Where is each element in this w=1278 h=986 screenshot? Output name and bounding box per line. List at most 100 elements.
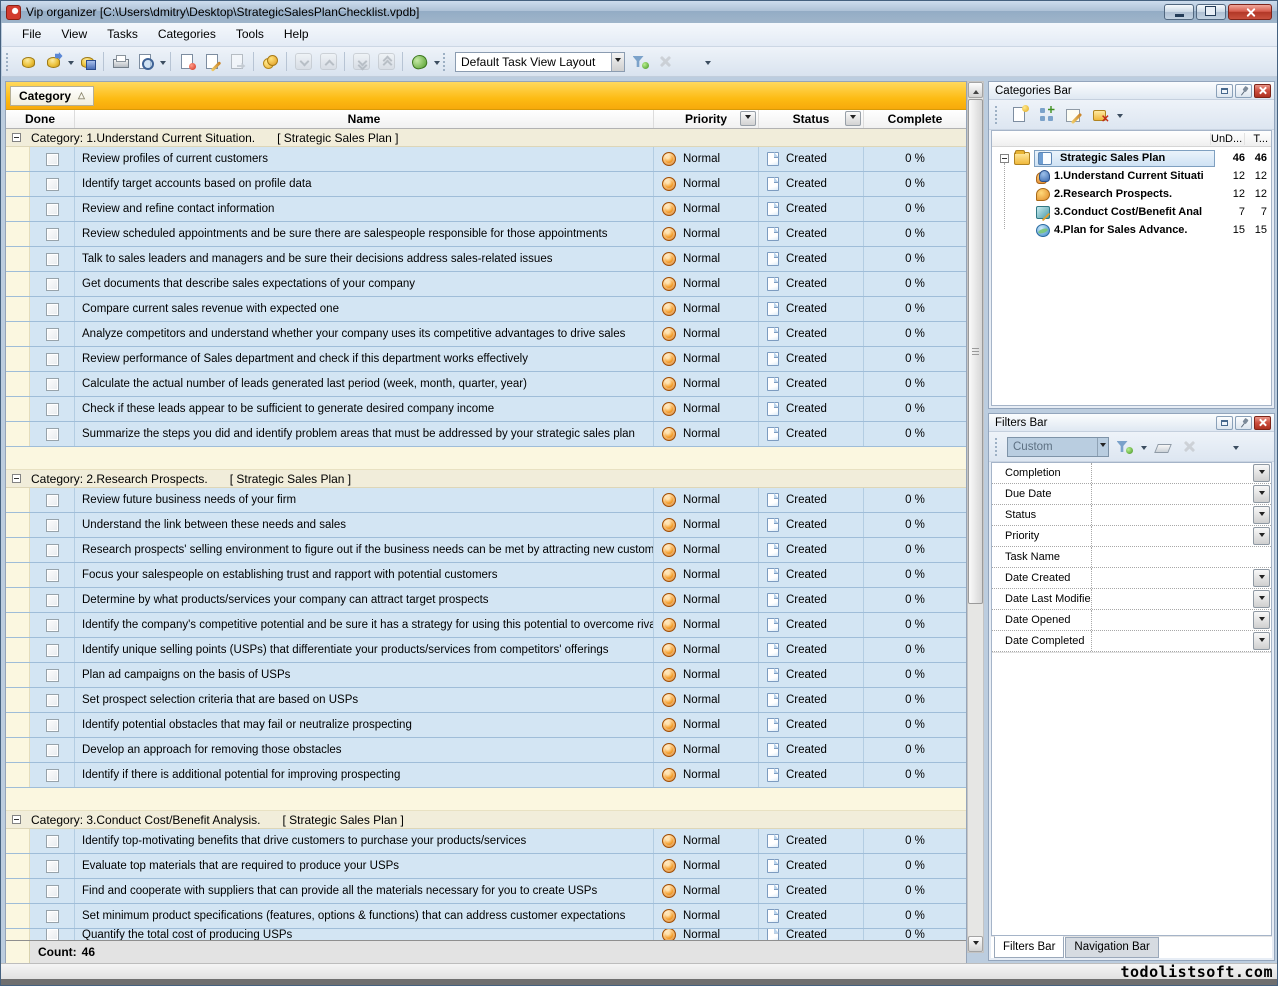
apply-layout-button[interactable] [628, 50, 652, 74]
filters-overflow-button[interactable] [1204, 435, 1228, 459]
done-checkbox[interactable] [46, 303, 59, 316]
menu-categories[interactable]: Categories [148, 24, 226, 45]
task-row[interactable]: Calculate the actual number of leads gen… [6, 372, 966, 397]
category-group-row[interactable]: Category: 2.Research Prospects. [ Strate… [6, 470, 966, 488]
move-down-button[interactable] [291, 50, 315, 74]
filter-value-input[interactable] [1092, 505, 1271, 525]
chevron-down-icon[interactable] [160, 61, 166, 68]
assign-task-button[interactable] [258, 50, 282, 74]
move-to-top-button[interactable] [374, 50, 398, 74]
task-row[interactable]: Get documents that describe sales expect… [6, 272, 966, 297]
task-row[interactable]: Identify top-motivating benefits that dr… [6, 829, 966, 854]
chevron-down-icon[interactable] [68, 61, 74, 68]
done-checkbox[interactable] [46, 835, 59, 848]
done-checkbox[interactable] [46, 253, 59, 266]
tree-root-row[interactable]: Strategic Sales Plan 46 46 [992, 149, 1271, 167]
categories-close-button[interactable] [1254, 84, 1271, 98]
print-button[interactable] [108, 50, 132, 74]
new-subcategory-button[interactable] [1034, 103, 1058, 127]
task-row[interactable]: Identify if there is additional potentia… [6, 763, 966, 788]
column-header-status[interactable]: Status [759, 110, 864, 128]
task-row[interactable]: Quantify the total cost of producing USP… [6, 929, 966, 940]
done-checkbox[interactable] [46, 519, 59, 532]
task-row[interactable]: Talk to sales leaders and managers and b… [6, 247, 966, 272]
scrollbar-thumb[interactable] [968, 99, 983, 604]
column-header-priority[interactable]: Priority [654, 110, 759, 128]
task-row[interactable]: Research prospects' selling environment … [6, 538, 966, 563]
priority-filter-button[interactable] [740, 111, 756, 126]
filters-pin-button[interactable] [1235, 416, 1252, 430]
filter-dropdown-button[interactable] [1253, 527, 1270, 545]
categories-pin-button[interactable] [1235, 84, 1252, 98]
done-checkbox[interactable] [46, 328, 59, 341]
tree-item-row[interactable]: 1.Understand Current Situati 12 12 [992, 167, 1271, 185]
done-checkbox[interactable] [46, 744, 59, 757]
new-category-button[interactable] [1007, 103, 1031, 127]
move-up-button[interactable] [316, 50, 340, 74]
categories-restore-button[interactable] [1216, 84, 1233, 98]
delete-layout-button[interactable] [653, 50, 677, 74]
done-checkbox[interactable] [46, 594, 59, 607]
chevron-down-icon[interactable] [1233, 446, 1239, 453]
tree-item-row[interactable]: 4.Plan for Sales Advance. 15 15 [992, 221, 1271, 239]
task-row[interactable]: Set minimum product specifications (feat… [6, 904, 966, 929]
column-header-complete[interactable]: Complete [864, 110, 966, 128]
tab-filters-bar[interactable]: Filters Bar [994, 936, 1064, 958]
done-checkbox[interactable] [46, 203, 59, 216]
layout-combo-dropdown[interactable] [611, 53, 624, 71]
done-checkbox[interactable] [46, 569, 59, 582]
done-checkbox[interactable] [46, 378, 59, 391]
chevron-down-icon[interactable] [1117, 114, 1123, 121]
done-checkbox[interactable] [46, 769, 59, 782]
new-database-button[interactable] [16, 50, 40, 74]
task-row[interactable]: Review future business needs of your fir… [6, 488, 966, 513]
task-row[interactable]: Review scheduled appointments and be sur… [6, 222, 966, 247]
done-checkbox[interactable] [46, 910, 59, 923]
task-row[interactable]: Identify unique selling points (USPs) th… [6, 638, 966, 663]
filter-value-input[interactable] [1092, 589, 1271, 609]
filter-dropdown-button[interactable] [1253, 464, 1270, 482]
filter-dropdown-button[interactable] [1253, 590, 1270, 608]
tab-navigation-bar[interactable]: Navigation Bar [1065, 937, 1158, 958]
move-to-bottom-button[interactable] [349, 50, 373, 74]
done-checkbox[interactable] [46, 228, 59, 241]
minimize-button[interactable] [1164, 4, 1194, 20]
done-checkbox[interactable] [46, 353, 59, 366]
task-row[interactable]: Identify potential obstacles that may fa… [6, 713, 966, 738]
filter-value-input[interactable] [1092, 526, 1271, 546]
task-row[interactable]: Review profiles of current customers Nor… [6, 147, 966, 172]
task-row[interactable]: Identify target accounts based on profil… [6, 172, 966, 197]
filter-dropdown-button[interactable] [1253, 485, 1270, 503]
filter-value-input[interactable] [1092, 547, 1271, 567]
save-database-button[interactable] [75, 50, 99, 74]
group-by-category-button[interactable]: Category △ [10, 86, 94, 106]
filters-close-button[interactable] [1254, 416, 1271, 430]
category-group-row[interactable]: Category: 3.Conduct Cost/Benefit Analysi… [6, 811, 966, 829]
layout-combo[interactable]: Default Task View Layout [455, 52, 625, 72]
new-task-button[interactable] [175, 50, 199, 74]
done-checkbox[interactable] [46, 860, 59, 873]
task-row[interactable]: Evaluate top materials that are required… [6, 854, 966, 879]
apply-filter-button[interactable] [1112, 435, 1136, 459]
task-row[interactable]: Focus your salespeople on establishing t… [6, 563, 966, 588]
delete-category-button[interactable] [1088, 103, 1112, 127]
toolbar-grip-2[interactable] [443, 53, 448, 71]
categories-toolbar-grip[interactable] [995, 106, 1000, 124]
edit-category-button[interactable] [1061, 103, 1085, 127]
done-checkbox[interactable] [46, 644, 59, 657]
tree-column-undone[interactable]: UnD... [1210, 133, 1244, 145]
tree-item-row[interactable]: 3.Conduct Cost/Benefit Anal 7 7 [992, 203, 1271, 221]
task-row[interactable]: Identify the company's competitive poten… [6, 613, 966, 638]
delete-filter-button[interactable] [1177, 435, 1201, 459]
scroll-up-button[interactable] [968, 82, 983, 98]
toolbar-grip[interactable] [6, 53, 11, 71]
collapse-icon[interactable] [12, 133, 21, 142]
toolbar-overflow-button[interactable] [678, 50, 702, 74]
task-row[interactable]: Analyze competitors and understand wheth… [6, 322, 966, 347]
filter-value-input[interactable] [1092, 631, 1271, 651]
column-header-name[interactable]: Name [75, 110, 654, 128]
restore-button[interactable] [1196, 4, 1226, 20]
done-checkbox[interactable] [46, 929, 59, 940]
close-button[interactable] [1228, 4, 1272, 20]
done-checkbox[interactable] [46, 403, 59, 416]
